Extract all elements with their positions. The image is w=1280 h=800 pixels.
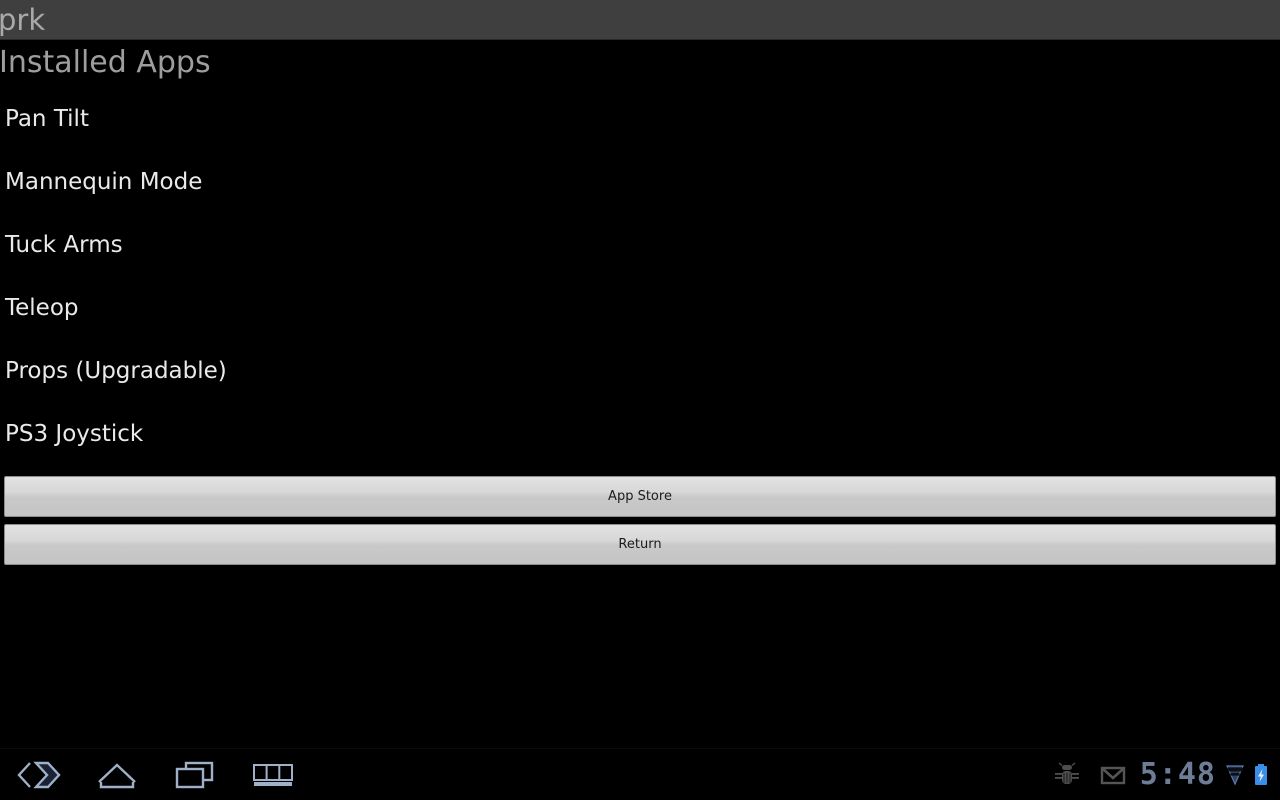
signal-icon[interactable]	[1222, 749, 1248, 800]
app-store-button[interactable]: App Store	[4, 476, 1276, 517]
home-button[interactable]	[78, 749, 156, 800]
back-icon	[16, 760, 62, 790]
android-tablet-screen: prk Installed Apps Pan Tilt Mannequin Mo…	[0, 0, 1280, 800]
app-title-bar: prk	[0, 0, 1280, 40]
battery-charging-icon[interactable]	[1248, 749, 1274, 800]
list-item-label: Pan Tilt	[5, 106, 89, 132]
home-icon	[94, 760, 140, 790]
list-item[interactable]: Props (Upgradable)	[0, 358, 1280, 421]
app-title: prk	[0, 3, 46, 37]
list-item-label: Mannequin Mode	[5, 169, 203, 195]
back-button[interactable]	[0, 749, 78, 800]
recent-apps-button[interactable]	[156, 749, 234, 800]
list-item-label: Props (Upgradable)	[5, 358, 227, 384]
recent-apps-icon	[172, 760, 218, 790]
page-title: Installed Apps	[0, 45, 211, 80]
return-button[interactable]: Return	[4, 524, 1276, 565]
button-area: App Store Return	[0, 476, 1280, 572]
keyboard-button[interactable]	[234, 749, 312, 800]
list-item[interactable]: Tuck Arms	[0, 232, 1280, 295]
list-item[interactable]: Mannequin Mode	[0, 169, 1280, 232]
list-item[interactable]: PS3 Joystick	[0, 421, 1280, 484]
android-bug-icon[interactable]	[1044, 749, 1090, 800]
keyboard-icon	[250, 760, 296, 790]
list-item[interactable]: Pan Tilt	[0, 106, 1280, 169]
installed-apps-list: Pan Tilt Mannequin Mode Tuck Arms Teleop…	[0, 106, 1280, 484]
system-bar: 5:48	[0, 748, 1280, 800]
navigation-buttons	[0, 749, 312, 800]
gmail-icon[interactable]	[1090, 749, 1136, 800]
status-icons: 5:48	[1044, 749, 1274, 800]
list-item-label: Teleop	[5, 295, 79, 321]
list-item-label: Tuck Arms	[5, 232, 123, 258]
list-item[interactable]: Teleop	[0, 295, 1280, 358]
status-clock: 5:48	[1139, 757, 1216, 792]
list-item-label: PS3 Joystick	[5, 421, 144, 447]
